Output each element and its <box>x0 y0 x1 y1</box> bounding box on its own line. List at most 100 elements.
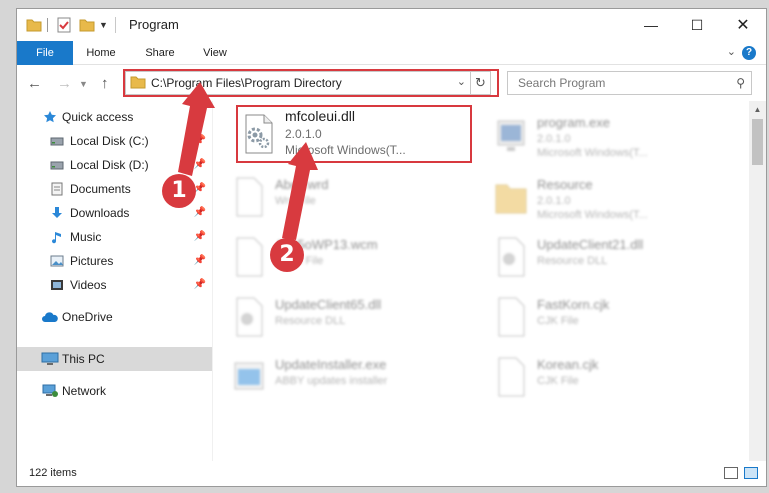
file-item[interactable]: program.exe 2.0.1.0 Microsoft Windows(T.… <box>485 107 735 163</box>
sidebar-item-label: Local Disk (C:) <box>70 134 149 148</box>
file-name: UpdateClient65.dll <box>275 297 382 312</box>
pin-icon[interactable]: 📌 <box>194 231 206 242</box>
drive-icon <box>50 137 64 146</box>
help-icon[interactable]: ? <box>742 46 756 60</box>
quick-access-separator <box>47 18 48 32</box>
address-highlight-box <box>123 69 499 97</box>
file-name: UpdateInstaller.exe <box>275 357 387 372</box>
tab-view[interactable]: View <box>195 41 235 65</box>
file-icon <box>498 297 525 337</box>
pin-icon[interactable]: 📌 <box>194 255 206 266</box>
search-box[interactable]: Search Program ⚲ <box>507 71 752 95</box>
installer-icon <box>234 362 264 390</box>
expand-ribbon-icon[interactable]: ⌄ <box>727 45 736 58</box>
pin-icon[interactable]: 📌 <box>194 159 206 170</box>
folder-icon <box>495 184 527 214</box>
navigation-pane: Quick access Local Disk (C:) 📌 Local Dis… <box>17 105 212 455</box>
maximize-button[interactable]: ☐ <box>674 9 720 41</box>
file-detail: CJK File <box>537 315 579 327</box>
file-detail: CJK File <box>537 375 579 387</box>
pin-icon[interactable]: 📌 <box>194 207 206 218</box>
minimize-button[interactable]: — <box>628 9 674 41</box>
sidebar-item-pictures[interactable]: Pictures 📌 <box>17 249 212 273</box>
recent-locations-chevron-icon[interactable]: ▼ <box>79 79 88 89</box>
file-item[interactable]: FastKorn.cjk CJK File <box>485 289 735 345</box>
sidebar-item-label: Videos <box>70 278 107 292</box>
file-name: program.exe <box>537 115 610 130</box>
window-title: Program <box>129 17 179 32</box>
search-icon[interactable]: ⚲ <box>736 76 745 90</box>
file-item[interactable]: Korean.cjk CJK File <box>485 349 735 405</box>
sidebar-item-label: This PC <box>62 352 105 366</box>
star-icon <box>44 111 56 123</box>
sidebar-item-label: Downloads <box>70 206 130 220</box>
file-icon <box>498 357 525 397</box>
file-detail: 2.0.1.0 <box>537 133 571 145</box>
file-item[interactable]: UpdateClient21.dll Resource DLL <box>485 229 735 285</box>
file-item[interactable]: Resource 2.0.1.0 Microsoft Windows(T... <box>485 169 735 225</box>
sidebar-item-local-disk-c[interactable]: Local Disk (C:) 📌 <box>17 129 212 153</box>
network-icon <box>42 384 58 397</box>
dll-file-icon <box>236 297 263 337</box>
title-bar: ▼ Program — ☐ ✕ <box>17 9 766 41</box>
computer-icon <box>41 352 59 365</box>
scroll-up-icon[interactable]: ▲ <box>749 101 766 118</box>
file-detail: Resource DLL <box>275 315 346 327</box>
sidebar-item-local-disk-d[interactable]: Local Disk (D:) 📌 <box>17 153 212 177</box>
explorer-window: ▼ Program — ☐ ✕ File Home Share View ⌄ ?… <box>16 8 767 487</box>
file-detail: Resource DLL <box>537 255 608 267</box>
sidebar-item-music[interactable]: Music 📌 <box>17 225 212 249</box>
forward-arrow-icon[interactable]: → <box>57 75 72 92</box>
file-name: Resource <box>537 177 593 192</box>
step-badge-one: 1 <box>162 174 196 208</box>
pictures-icon <box>50 255 64 267</box>
sidebar-item-quick-access[interactable]: Quick access <box>17 105 212 129</box>
sidebar-item-onedrive[interactable]: OneDrive <box>17 305 212 329</box>
file-detail: Microsoft Windows(T... <box>537 147 648 159</box>
documents-icon <box>51 182 63 196</box>
new-folder-icon[interactable] <box>79 17 95 33</box>
pin-icon[interactable]: 📌 <box>194 135 206 146</box>
file-item[interactable]: Abc5oWP13.wcm WCM File <box>223 229 473 285</box>
file-icon <box>236 237 263 277</box>
sidebar-item-label: Local Disk (D:) <box>70 158 149 172</box>
file-item[interactable]: UpdateInstaller.exe ABBY updates install… <box>223 349 473 405</box>
sidebar-item-label: Music <box>70 230 102 244</box>
sidebar-item-network[interactable]: Network <box>17 379 212 403</box>
file-item[interactable]: Abcc.wrd Wrd File <box>223 169 473 225</box>
sidebar-item-this-pc[interactable]: This PC <box>17 347 212 371</box>
tab-home[interactable]: Home <box>79 41 123 65</box>
download-icon <box>52 207 62 218</box>
properties-icon[interactable] <box>57 17 71 33</box>
file-detail: 2.0.1.0 <box>537 195 571 207</box>
large-icons-view-icon[interactable] <box>744 467 758 479</box>
up-arrow-icon[interactable]: ↑ <box>101 75 109 92</box>
file-name: Korean.cjk <box>537 357 599 372</box>
sidebar-item-label: Network <box>62 384 107 398</box>
sidebar-item-label: Documents <box>70 182 131 196</box>
folder-icon[interactable] <box>26 17 42 33</box>
title-separator <box>115 17 116 33</box>
step-badge-two: 2 <box>270 238 304 272</box>
search-placeholder: Search Program <box>518 76 606 90</box>
videos-icon <box>51 280 63 290</box>
pin-icon[interactable]: 📌 <box>194 279 206 290</box>
details-view-icon[interactable] <box>724 467 738 479</box>
drive-icon <box>50 161 64 170</box>
file-item[interactable]: UpdateClient65.dll Resource DLL <box>223 289 473 345</box>
sidebar-item-videos[interactable]: Videos 📌 <box>17 273 212 297</box>
scroll-thumb[interactable] <box>752 119 763 165</box>
customize-chevron-icon[interactable]: ▼ <box>99 17 109 33</box>
item-count: 122 items <box>29 467 77 479</box>
dll-file-icon <box>498 237 525 277</box>
file-name: UpdateClient21.dll <box>537 237 644 252</box>
tab-file[interactable]: File <box>17 41 73 65</box>
ribbon-tabs: File Home Share View ⌄ ? <box>17 41 766 65</box>
file-icon <box>236 177 263 217</box>
tab-share[interactable]: Share <box>137 41 183 65</box>
close-button[interactable]: ✕ <box>720 9 766 41</box>
cloud-icon <box>42 312 58 322</box>
back-arrow-icon[interactable]: ← <box>27 75 42 92</box>
pane-divider[interactable] <box>212 101 213 461</box>
vertical-scrollbar[interactable]: ▲ <box>749 101 766 461</box>
